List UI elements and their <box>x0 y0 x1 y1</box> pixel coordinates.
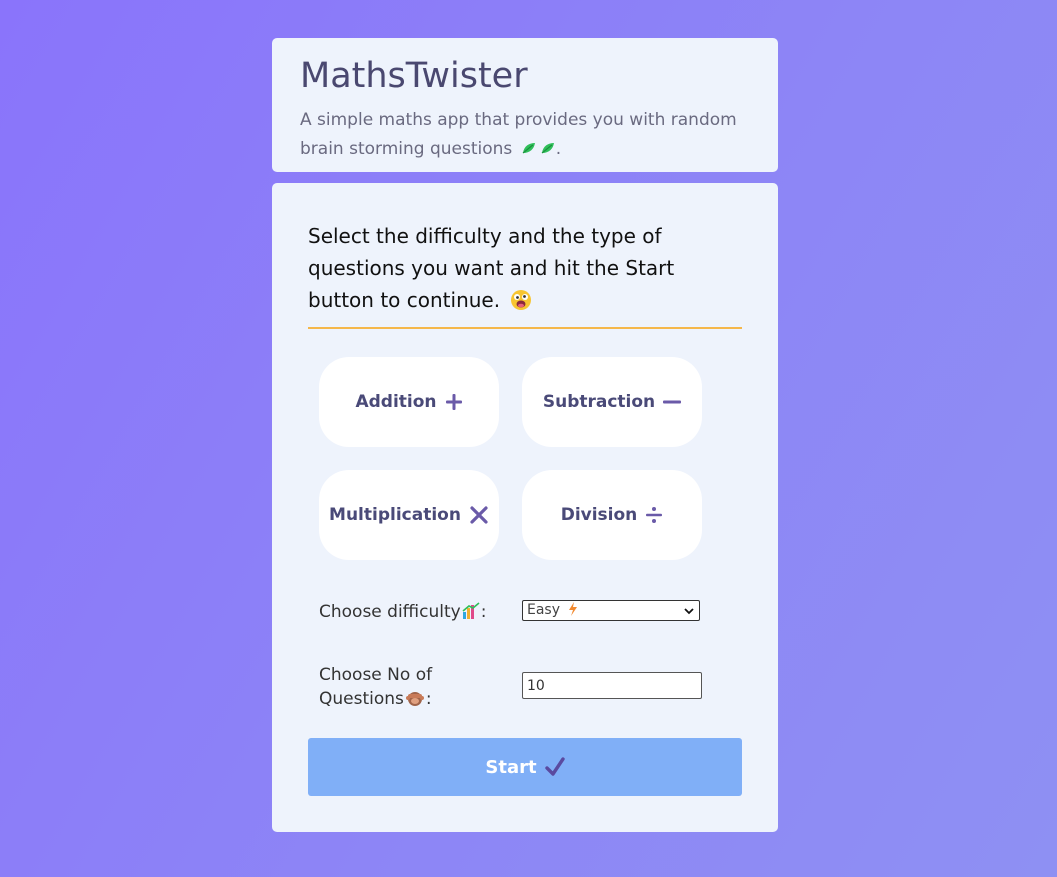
question-count-label: Choose No of Questions : <box>319 663 509 711</box>
app-description: A simple maths app that provides you wit… <box>300 106 750 164</box>
difficulty-label: Choose difficulty : <box>319 600 509 624</box>
minus-icon <box>663 400 682 404</box>
addition-label: Addition <box>355 392 437 412</box>
lightning-icon <box>569 602 578 616</box>
times-icon <box>470 506 488 524</box>
leaf-icon <box>522 143 535 154</box>
addition-button[interactable]: Addition <box>319 357 499 447</box>
main-card: Select the difficulty and the type of qu… <box>272 183 778 832</box>
leaf-icon <box>541 143 554 154</box>
difficulty-selected: Easy <box>527 602 561 618</box>
difficulty-label-text: Choose difficulty <box>319 602 461 622</box>
instructions: Select the difficulty and the type of qu… <box>308 220 708 316</box>
division-label: Division <box>560 505 638 525</box>
subtraction-button[interactable]: Subtraction <box>522 357 702 447</box>
question-count-input[interactable] <box>522 672 702 699</box>
start-button[interactable]: Start <box>308 738 742 796</box>
instructions-text: Select the difficulty and the type of qu… <box>308 224 675 312</box>
subtraction-label: Subtraction <box>542 392 656 412</box>
multiplication-button[interactable]: Multiplication <box>319 470 499 560</box>
multiplication-label: Multiplication <box>329 505 461 525</box>
division-button[interactable]: Division <box>522 470 702 560</box>
divider <box>308 327 742 329</box>
difficulty-select[interactable]: Easy <box>522 600 700 621</box>
monkey-icon <box>405 692 424 706</box>
header-card: MathsTwister A simple maths app that pro… <box>272 38 778 172</box>
question-count-label-suffix: : <box>425 689 432 709</box>
app-description-text: A simple maths app that provides you wit… <box>300 110 737 159</box>
checkmark-icon <box>544 757 565 776</box>
chart-icon <box>462 602 480 619</box>
zany-face-icon <box>511 290 532 310</box>
divide-icon <box>646 507 663 523</box>
chevron-down-icon <box>684 608 694 615</box>
plus-icon <box>445 394 462 410</box>
app-title: MathsTwister <box>300 56 528 96</box>
app-description-suffix: . <box>555 139 562 159</box>
start-label: Start <box>485 756 537 778</box>
difficulty-label-suffix: : <box>480 602 487 622</box>
